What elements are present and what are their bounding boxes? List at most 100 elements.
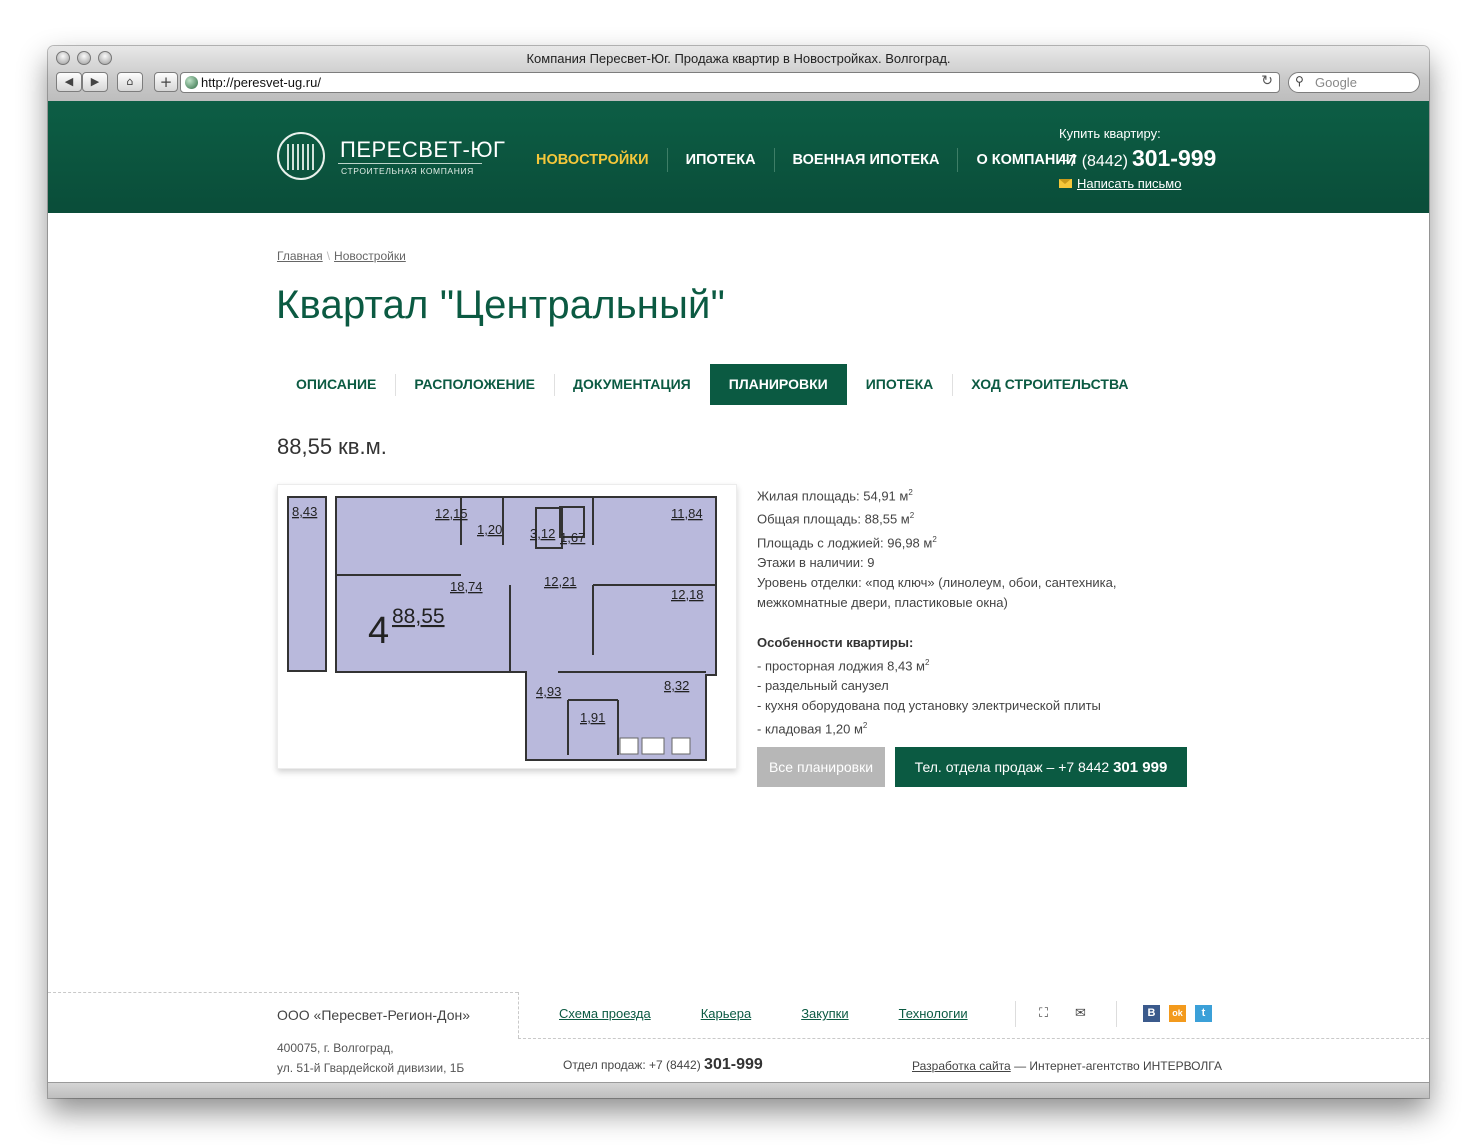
feature-item: - кладовая 1,20 м2 [757,721,868,737]
logo-name[interactable]: ПЕРЕСВЕТ-ЮГ [340,137,505,163]
footer-divider [518,1038,1429,1039]
breadcrumb: Главная \ Новостройки [277,249,406,263]
breadcrumb-separator: \ [326,249,331,263]
reload-icon[interactable]: ↻ [1261,73,1273,89]
plan-label-room3: 12,18 [671,587,704,602]
header-phone[interactable]: +7 (8442) 301-999 [1059,145,1216,172]
spec-loggia: Площадь с лоджией: 96,98 м2 [757,534,937,550]
twitter-icon[interactable]: t [1195,1005,1212,1022]
footer-link-technologies[interactable]: Технологии [899,1006,968,1021]
developer-link[interactable]: Разработка сайта [912,1059,1011,1073]
plan-label-room2: 11,84 [671,506,703,521]
footer-link-directions[interactable]: Схема проезда [559,1006,651,1021]
sales-phone-prefix: Тел. отдела продаж – +7 8442 [914,759,1110,775]
vkontakte-icon[interactable]: В [1143,1005,1160,1022]
tab-mortgage[interactable]: ИПОТЕКА [847,364,953,405]
search-placeholder: Google [1315,75,1357,90]
write-letter-link[interactable]: Написать письмо [1059,176,1181,191]
browser-status-bar [48,1082,1429,1098]
phone-code: +7 (8442) [1059,153,1128,170]
tab-description[interactable]: ОПИСАНИЕ [277,364,395,405]
plan-label-kitchen: 8,32 [664,678,689,693]
back-arrow-icon: ◀ [64,75,74,88]
footer-links: Схема проезда Карьера Закупки Технологии [559,1006,1018,1021]
footer-sales-number: 301-999 [704,1056,763,1073]
footer-divider [48,992,518,993]
envelope-icon [1059,179,1072,188]
browser-window: Компания Пересвет-Юг. Продажа квартир в … [48,46,1429,1098]
tab-plans[interactable]: ПЛАНИРОВКИ [709,364,847,405]
nav-item-military-ipoteka[interactable]: ВОЕННАЯ ИПОТЕКА [773,148,958,172]
site-header: ПЕРЕСВЕТ-ЮГ СТРОИТЕЛЬНАЯ КОМПАНИЯ НОВОСТ… [48,101,1429,268]
nav-item-ipoteka[interactable]: ИПОТЕКА [666,148,774,172]
plan-total-area: 88,55 [392,605,445,628]
tab-construction-progress[interactable]: ХОД СТРОИТЕЛЬСТВА [952,364,1147,405]
back-button[interactable]: ◀ [56,72,82,92]
phone-number: 301-999 [1131,145,1217,171]
footer-developer: Разработка сайта — Интернет-агентство ИН… [912,1059,1222,1073]
forward-button[interactable]: ▶ [82,72,108,92]
site-favicon-icon [185,76,198,89]
plan-label-wc: 1,67 [560,530,585,545]
nav-item-novostroyki[interactable]: НОВОСТРОЙКИ [518,148,667,172]
search-icon: ⚲ [1295,74,1304,88]
plus-icon: + [159,73,173,91]
plan-room-loggia [287,496,327,672]
footer-separator [1116,1001,1117,1027]
address-bar[interactable]: http://peresvet-ug.ru/ ↻ [180,72,1280,93]
footer-address: 400075, г. Волгоград, ул. 51-й Гвардейск… [277,1041,465,1075]
footer-link-purchases[interactable]: Закупки [801,1006,848,1021]
breadcrumb-novostroyki[interactable]: Новостройки [334,249,406,263]
feature-item: - просторная лоджия 8,43 м2 [757,657,930,674]
footer-sales-label: Отдел продаж: +7 (8442) [563,1058,701,1072]
page-title: Квартал "Центральный" [276,283,725,327]
window-title: Компания Пересвет-Юг. Продажа квартир в … [526,51,951,66]
features-title: Особенности квартиры: [757,634,914,650]
search-field[interactable]: ⚲ Google [1288,72,1420,93]
browser-titlebar: Компания Пересвет-Юг. Продажа квартир в … [48,46,1429,102]
plan-label-hall: 12,21 [544,574,577,589]
spec-total: Общая площадь: 88,55 м2 [757,511,915,527]
sales-phone-number: 301 999 [1113,759,1168,776]
floor-plan[interactable]: 8,43 12,15 1,20 3,12 1,67 11,84 18,74 12… [277,484,737,769]
tab-location[interactable]: РАСПОЛОЖЕНИЕ [395,364,554,405]
floor-plan-drawing: 8,43 12,15 1,20 3,12 1,67 11,84 18,74 12… [287,496,717,761]
buy-label: Купить квартиру: [1059,126,1161,141]
home-icon: ⌂ [126,75,134,88]
feature-item: - кухня оборудована под установку электр… [757,698,1101,714]
footer-link-career[interactable]: Карьера [701,1006,752,1021]
tab-documentation[interactable]: ДОКУМЕНТАЦИЯ [554,364,710,405]
mail-icon[interactable]: ✉ [1075,1006,1086,1021]
breadcrumb-home[interactable]: Главная [277,249,323,263]
odnoklassniki-icon[interactable]: ok [1169,1005,1186,1022]
url-text: http://peresvet-ug.ru/ [201,75,321,90]
developer-text: — Интернет-агентство ИНТЕРВОЛГА [1014,1059,1222,1073]
plan-label-bath: 3,12 [530,526,555,541]
plan-label-corridor: 4,93 [536,684,561,699]
section-tabs: ОПИСАНИЕ РАСПОЛОЖЕНИЕ ДОКУМЕНТАЦИЯ ПЛАНИ… [277,364,1147,405]
logo-subtitle: СТРОИТЕЛЬНАЯ КОМПАНИЯ [341,166,474,176]
logo-emblem-icon[interactable] [277,132,325,180]
plan-label-loggia: 8,43 [292,504,317,519]
sitemap-icon[interactable]: ⛶ [1039,1006,1048,1021]
spec-floors: Этажи в наличии: 9 [757,554,875,570]
plan-rooms-count: 4 [368,610,389,652]
plan-label-storage: 1,20 [477,522,502,537]
footer-company: ООО «Пересвет-Регион-Дон» [277,1007,470,1023]
apartment-specs: Жилая площадь: 54,91 м2 Общая площадь: 8… [757,483,1177,740]
logo-divider [338,163,482,164]
all-plans-button[interactable]: Все планировки [757,747,885,787]
feature-item: - раздельный санузел [757,678,889,694]
sales-phone-button[interactable]: Тел. отдела продаж – +7 8442 301 999 [895,747,1187,787]
footer-divider [518,992,519,1038]
spec-living: Жилая площадь: 54,91 м2 [757,488,913,504]
add-bookmark-button[interactable]: + [154,72,178,92]
plan-room-main [335,496,717,761]
plan-label-room1: 12,15 [435,506,468,521]
home-button[interactable]: ⌂ [117,72,143,92]
footer-separator [1015,1001,1016,1027]
footer-sales: Отдел продаж: +7 (8442) 301-999 [563,1056,763,1074]
main-nav: НОВОСТРОЙКИ ИПОТЕКА ВОЕННАЯ ИПОТЕКА О КО… [518,148,1094,172]
apartment-area-title: 88,55 кв.м. [277,434,387,459]
plan-label-wc2: 1,91 [580,710,605,725]
